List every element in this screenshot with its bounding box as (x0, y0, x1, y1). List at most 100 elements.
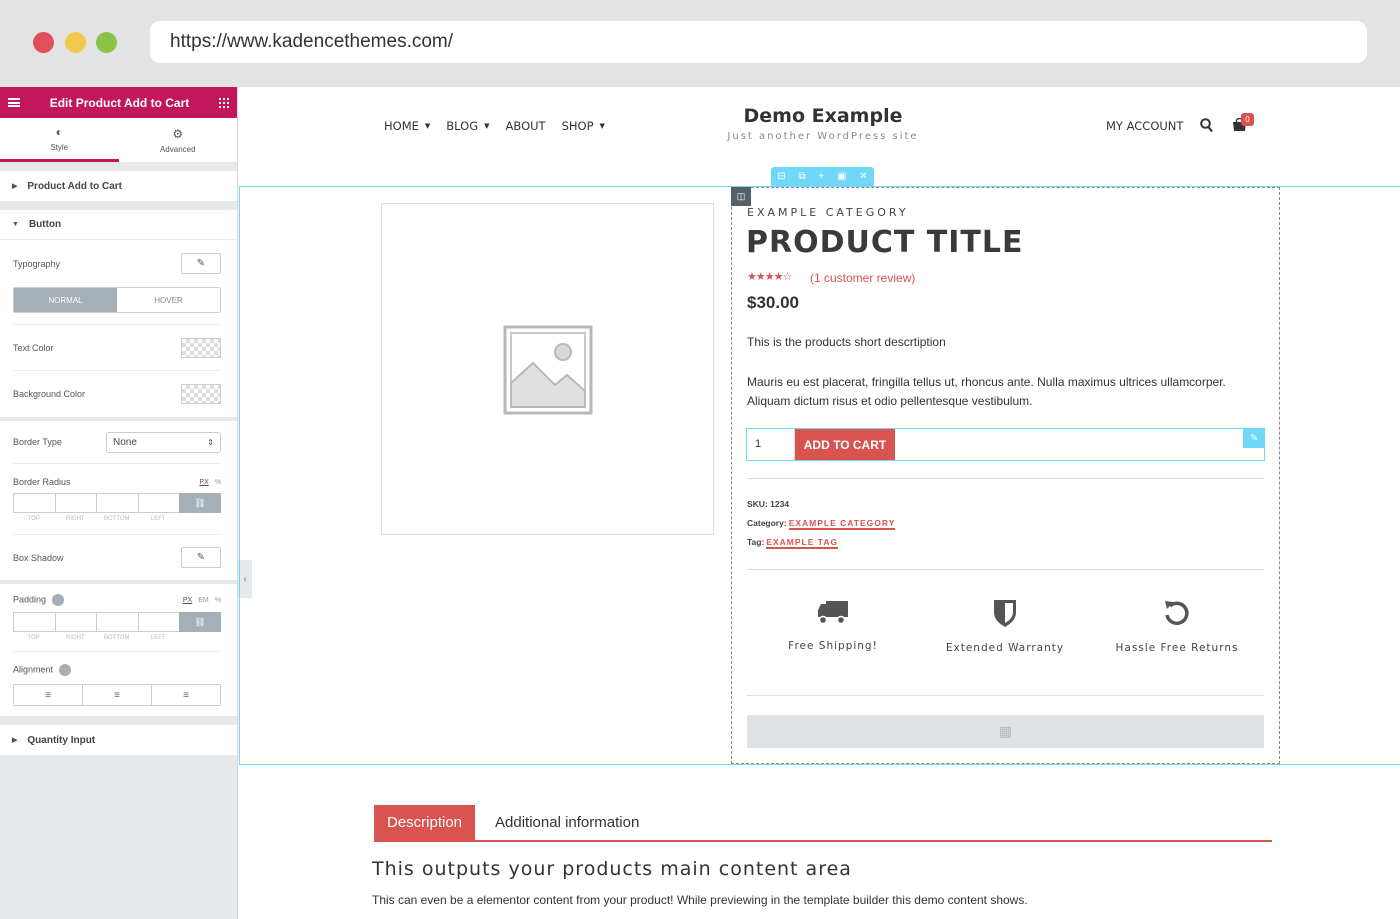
feature-label: Free Shipping! (788, 640, 878, 652)
dim-right-label: RIGHT (65, 635, 85, 641)
close-window-button[interactable] (33, 32, 54, 53)
typography-edit-button[interactable]: ✎ (181, 253, 221, 274)
category-row: Category: EXAMPLE CATEGORY (747, 518, 896, 530)
border-type-value: None (113, 436, 137, 448)
link-values-button[interactable]: ⛓ (179, 612, 221, 632)
duplicate-icon[interactable]: ⧉ (799, 171, 806, 182)
align-center-button[interactable]: ≡ (83, 685, 152, 705)
align-right-button[interactable]: ≡ (152, 685, 220, 705)
description-heading: This outputs your products main content … (372, 858, 852, 880)
pencil-icon: ✎ (196, 258, 206, 269)
text-color-picker[interactable] (181, 337, 221, 358)
section-product-add-to-cart[interactable]: ▶ Product Add to Cart (0, 171, 237, 201)
caret-right-icon: ▶ (12, 183, 18, 190)
column-edit-handle[interactable]: ◫ (731, 187, 751, 206)
category-link[interactable]: EXAMPLE CATEGORY (788, 518, 896, 530)
minimize-window-button[interactable] (65, 32, 86, 53)
link-values-button[interactable]: ⛓ (179, 493, 221, 513)
section-label: Button (28, 219, 62, 230)
radius-top-input[interactable] (13, 493, 55, 513)
link-icon: ⛓ (194, 497, 206, 508)
align-right-icon: ≡ (183, 689, 189, 701)
dim-left-label: LEFT (150, 635, 166, 641)
section-quantity-input[interactable]: ▶ Quantity Input (0, 725, 237, 755)
unit-percent[interactable]: % (215, 479, 221, 486)
caret-down-icon: ▼ (599, 122, 605, 130)
padding-label: Padding (13, 594, 47, 605)
background-color-picker[interactable] (181, 384, 221, 404)
section-label: Product Add to Cart (27, 180, 123, 192)
unit-em[interactable]: EM (198, 597, 209, 604)
contrast-icon: ◐ (55, 125, 63, 139)
save-icon[interactable]: ▣ (837, 171, 846, 182)
caret-down-icon: ▼ (12, 221, 19, 228)
nav-label: ABOUT (505, 119, 546, 133)
radius-bottom-input[interactable] (96, 493, 138, 513)
my-account-link[interactable]: MY ACCOUNT (1106, 119, 1183, 133)
panel-header: Edit Product Add to Cart (0, 87, 237, 118)
section-label: Quantity Input (27, 734, 96, 746)
padding-bottom-input[interactable] (96, 612, 138, 632)
unit-px[interactable]: PX (183, 597, 192, 604)
box-shadow-edit-button[interactable]: ✎ (181, 547, 221, 568)
padding-left-input[interactable] (137, 612, 179, 632)
nav-item-shop[interactable]: SHOP ▼ (562, 119, 605, 133)
product-title: PRODUCT TITLE (746, 225, 1024, 260)
responsive-icon[interactable] (59, 664, 72, 676)
menu-icon[interactable] (8, 98, 20, 107)
feature-warranty: Extended Warranty (930, 598, 1080, 654)
border-type-select[interactable]: None ⇕ (106, 431, 221, 453)
add-icon[interactable]: + (818, 171, 824, 182)
nav-item-about[interactable]: ABOUT (506, 119, 546, 133)
tab-description[interactable]: Description (374, 805, 476, 841)
radius-right-input[interactable] (54, 493, 96, 513)
padding-right-input[interactable] (54, 612, 96, 632)
editor-panel: Edit Product Add to Cart ◐ Style ⚙ Advan… (0, 87, 238, 919)
padding-top-input[interactable] (13, 612, 55, 632)
widgets-grid-icon[interactable] (218, 97, 229, 108)
section-button[interactable]: ▼ Button (0, 210, 237, 240)
section-toolbar: ⊟ ⧉ + ▣ ✕ (771, 167, 874, 186)
tag-link[interactable]: EXAMPLE TAG (766, 537, 839, 549)
nav-item-blog[interactable]: BLOG ▼ (446, 119, 489, 133)
align-left-button[interactable]: ≡ (14, 685, 83, 705)
normal-tab[interactable]: NORMAL (14, 288, 117, 312)
site-title[interactable]: Demo Example (723, 105, 923, 127)
padding-controls: Padding PX EM % ⛓ TOP RIGHT BOTTOM LEFT (0, 584, 237, 716)
star-rating: ★★★★☆ (747, 271, 792, 283)
empty-widget-placeholder[interactable]: ▦ (747, 715, 1264, 748)
add-to-cart-button[interactable]: ADD TO CART (795, 429, 895, 460)
hover-tab[interactable]: HOVER (117, 288, 220, 312)
review-link[interactable]: (1 customer review) (810, 271, 915, 285)
feature-label: Extended Warranty (945, 642, 1065, 654)
close-icon[interactable]: ✕ (859, 171, 867, 182)
tab-advanced[interactable]: ⚙ Advanced (119, 118, 238, 162)
product-image[interactable] (381, 203, 714, 535)
dim-bottom-label: BOTTOM (103, 635, 130, 641)
unit-px[interactable]: PX (199, 479, 208, 486)
add-to-cart-widget: 1 ADD TO CART (746, 428, 1265, 461)
typography-label: Typography (13, 258, 61, 269)
responsive-icon[interactable] (52, 594, 65, 606)
widget-edit-button[interactable]: ✎ (1243, 428, 1265, 448)
quantity-input[interactable]: 1 (747, 429, 795, 460)
section-structure-icon[interactable]: ⊟ (777, 171, 785, 182)
tab-additional-information[interactable]: Additional information (475, 805, 652, 841)
caret-right-icon: ▶ (12, 737, 18, 744)
dim-top-label: TOP (27, 516, 40, 522)
caret-down-icon: ▼ (484, 122, 490, 130)
undo-icon (1165, 601, 1189, 625)
text-color-label: Text Color (13, 342, 54, 353)
maximize-window-button[interactable] (96, 32, 117, 53)
feature-returns: Hassle Free Returns (1102, 598, 1252, 654)
nav-item-home[interactable]: HOME ▼ (384, 119, 430, 133)
sku-value: 1234 (770, 499, 790, 509)
address-bar[interactable]: https://www.kadencethemes.com/ (150, 21, 1367, 63)
tab-underline (374, 840, 1272, 842)
unit-percent[interactable]: % (215, 597, 221, 604)
padding-dim-labels: TOP RIGHT BOTTOM LEFT (13, 635, 221, 641)
tag-row: Tag: EXAMPLE TAG (747, 537, 839, 549)
search-icon[interactable] (1200, 118, 1213, 133)
radius-left-input[interactable] (137, 493, 179, 513)
tab-style[interactable]: ◐ Style (0, 118, 119, 162)
